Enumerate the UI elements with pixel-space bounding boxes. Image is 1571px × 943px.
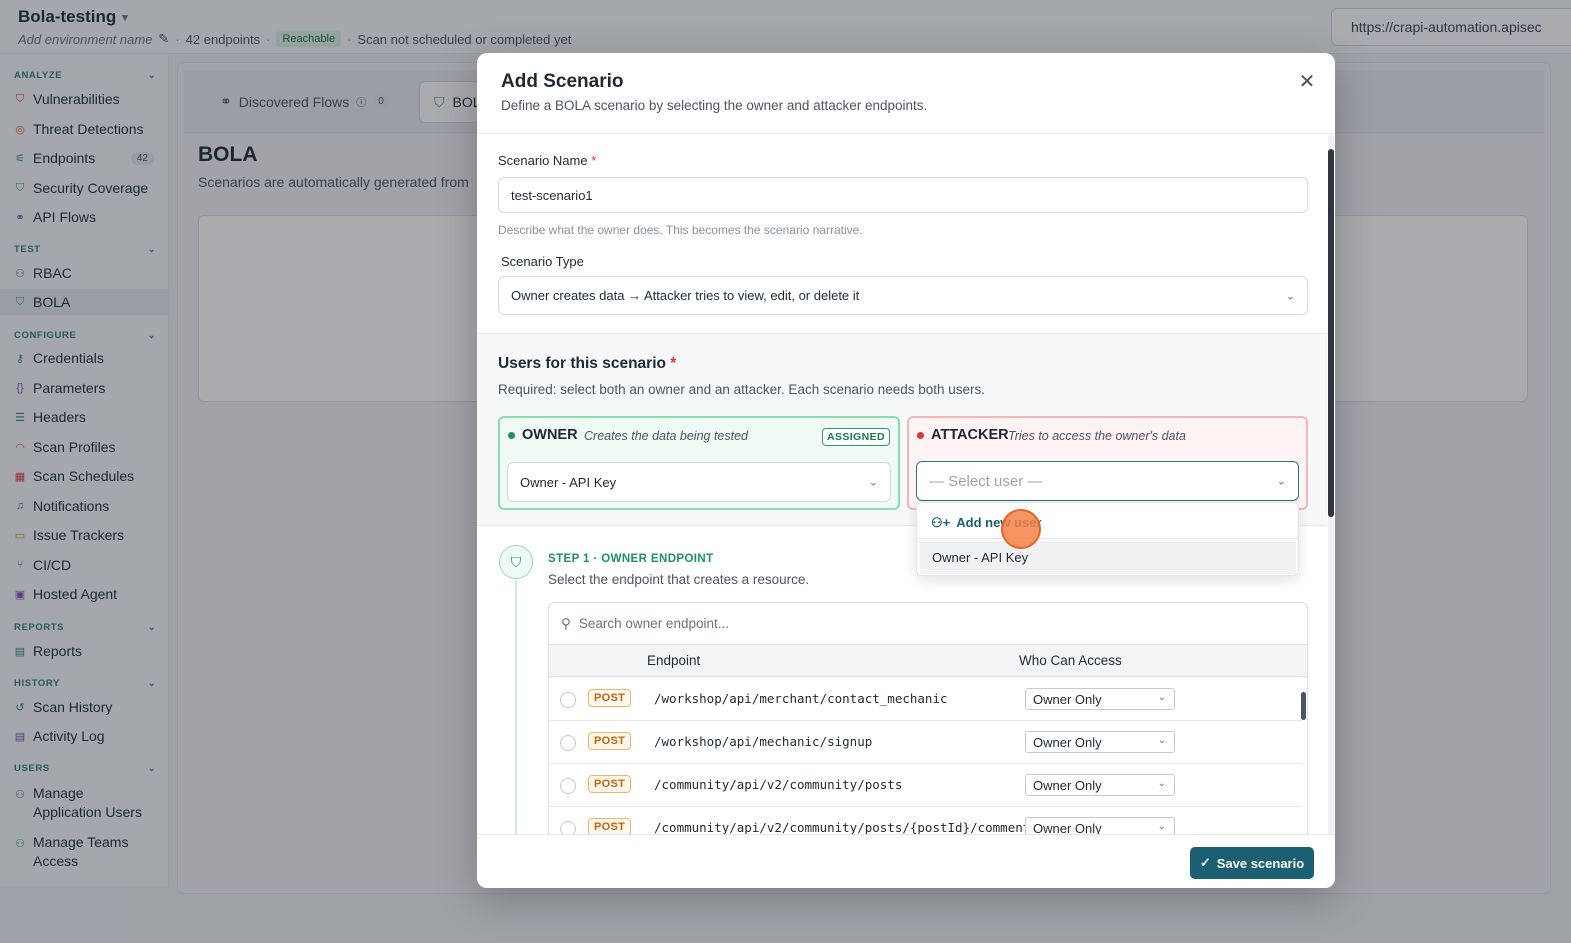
owner-card: OWNER Creates the data being tested ASSI… xyxy=(498,416,900,510)
attacker-description: Tries to access the owner's data xyxy=(1008,429,1186,443)
table-row[interactable]: POST /community/api/v2/community/posts O… xyxy=(549,764,1302,807)
owner-description: Creates the data being tested xyxy=(584,429,749,443)
assigned-badge: ASSIGNED xyxy=(821,428,890,446)
search-icon: ⚲ xyxy=(561,615,571,631)
divider xyxy=(477,133,1335,134)
scenario-name-label: Scenario Name * xyxy=(498,153,597,168)
step1-title: STEP 1 · OWNER ENDPOINT xyxy=(548,553,714,565)
scenario-name-input[interactable]: test-scenario1 xyxy=(498,177,1308,213)
chevron-down-icon: ⌄ xyxy=(1285,290,1295,302)
scrollbar-thumb[interactable] xyxy=(1301,692,1306,720)
col-endpoint: Endpoint xyxy=(647,653,701,668)
scenario-type-select[interactable]: Owner creates data → Attacker tries to v… xyxy=(498,276,1308,315)
modal-title: Add Scenario xyxy=(501,71,624,92)
users-section: Users for this scenario * Required: sele… xyxy=(477,333,1327,526)
check-circle-icon: ✓ xyxy=(1199,855,1211,870)
scenario-type-label: Scenario Type xyxy=(501,254,584,269)
step1-subtitle: Select the endpoint that creates a resou… xyxy=(548,572,810,587)
col-who-can-access: Who Can Access xyxy=(1019,653,1122,668)
attacker-user-select[interactable]: — Select user — ⌄ xyxy=(916,461,1299,501)
dropdown-option[interactable]: Owner - API Key xyxy=(920,541,1296,574)
row-radio[interactable] xyxy=(560,692,576,708)
table-row[interactable]: POST /workshop/api/merchant/contact_mech… xyxy=(549,678,1302,721)
add-scenario-modal: Add Scenario Define a BOLA scenario by s… xyxy=(477,53,1335,888)
row-radio[interactable] xyxy=(560,778,576,794)
search-input[interactable]: Search owner endpoint... xyxy=(579,616,729,631)
endpoint-path: /workshop/api/mechanic/signup xyxy=(654,734,873,749)
chevron-down-icon: ⌄ xyxy=(1157,735,1166,746)
modal-scrollbar[interactable] xyxy=(1328,135,1334,835)
table-scrollbar[interactable] xyxy=(1301,678,1307,828)
chevron-down-icon: ⌄ xyxy=(1276,475,1286,488)
chevron-down-icon: ⌄ xyxy=(1157,778,1166,789)
endpoint-path: /community/api/v2/community/posts/{postI… xyxy=(654,820,1031,835)
table-header: Endpoint Who Can Access xyxy=(549,645,1307,677)
endpoint-path: /workshop/api/merchant/contact_mechanic xyxy=(654,691,948,706)
scrollbar-thumb[interactable] xyxy=(1328,149,1334,517)
chevron-down-icon: ⌄ xyxy=(868,476,878,489)
scenario-name-hint: Describe what the owner does. This becom… xyxy=(498,223,863,237)
users-title: Users for this scenario * xyxy=(498,355,677,372)
required-marker: * xyxy=(591,153,597,168)
method-badge: POST xyxy=(588,689,632,707)
owner-user-select[interactable]: Owner - API Key ⌄ xyxy=(507,462,891,502)
attacker-user-dropdown: ⚇+ Add new user Owner - API Key xyxy=(916,502,1300,576)
table-row[interactable]: POST /workshop/api/mechanic/signup Owner… xyxy=(549,721,1302,764)
method-badge: POST xyxy=(588,732,632,750)
row-radio[interactable] xyxy=(560,735,576,751)
modal-footer: ✓ Save scenario xyxy=(477,834,1335,888)
users-subtitle: Required: select both an owner and an at… xyxy=(498,382,986,397)
add-new-user-option[interactable]: ⚇+ Add new user xyxy=(917,507,1300,539)
status-dot xyxy=(917,432,924,439)
required-marker: * xyxy=(670,355,677,372)
save-scenario-button[interactable]: ✓ Save scenario xyxy=(1190,847,1314,879)
status-dot xyxy=(508,432,515,439)
method-badge: POST xyxy=(588,775,632,793)
chevron-down-icon: ⌄ xyxy=(1157,692,1166,703)
close-icon[interactable]: ✕ xyxy=(1296,71,1318,93)
owner-label: OWNER xyxy=(522,427,578,443)
access-select[interactable]: Owner Only ⌄ xyxy=(1025,688,1175,710)
attacker-card: ATTACKER Tries to access the owner's dat… xyxy=(907,416,1308,510)
shield-check-icon: ⛉ xyxy=(499,545,533,579)
pointer-cursor xyxy=(1001,509,1041,549)
attacker-label: ATTACKER xyxy=(931,427,1009,443)
chevron-down-icon: ⌄ xyxy=(1157,821,1166,832)
user-plus-icon: ⚇+ xyxy=(931,514,951,530)
modal-subtitle: Define a BOLA scenario by selecting the … xyxy=(501,98,928,113)
endpoint-path: /community/api/v2/community/posts xyxy=(654,777,903,792)
access-select[interactable]: Owner Only ⌄ xyxy=(1025,731,1175,753)
endpoint-search[interactable]: ⚲ Search owner endpoint... xyxy=(549,603,1307,645)
access-select[interactable]: Owner Only ⌄ xyxy=(1025,774,1175,796)
